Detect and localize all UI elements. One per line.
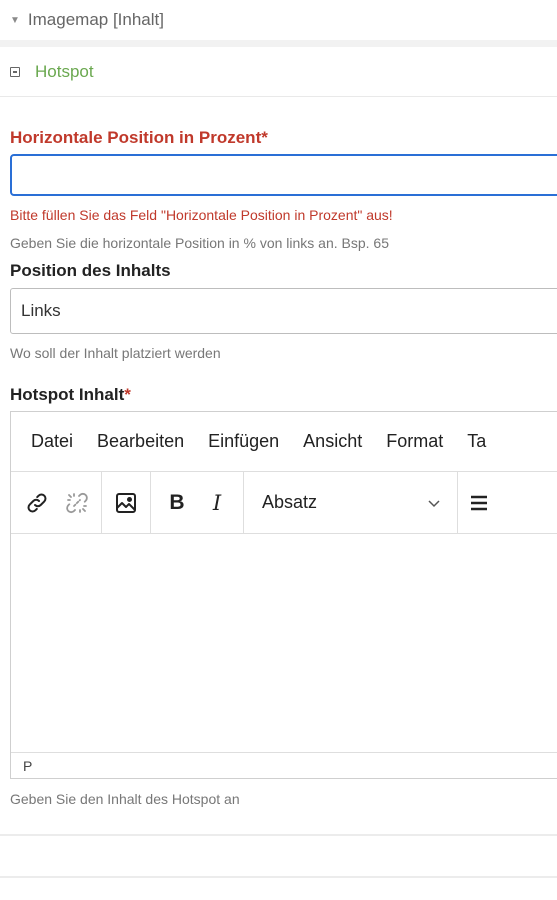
divider	[0, 876, 557, 878]
content-position-value: Links	[21, 301, 61, 320]
unlink-icon[interactable]	[57, 472, 97, 533]
block-format-select[interactable]: Absatz	[244, 472, 458, 533]
divider	[0, 40, 557, 47]
editor-menubar: Datei Bearbeiten Einfügen Ansicht Format…	[11, 412, 557, 472]
horizontal-position-input[interactable]	[10, 154, 557, 196]
italic-button[interactable]: I	[197, 472, 237, 533]
hotspot-content-help: Geben Sie den Inhalt des Hotspot an	[10, 791, 240, 807]
horizontal-position-help: Geben Sie die horizontale Position in % …	[10, 235, 390, 251]
menu-format[interactable]: Format	[386, 431, 443, 452]
menu-datei[interactable]: Datei	[31, 431, 73, 452]
collapse-triangle-icon[interactable]: ▼	[10, 15, 20, 26]
group-title[interactable]: Hotspot	[35, 62, 94, 82]
editor-toolbar: B I Absatz	[11, 472, 557, 534]
menu-ansicht[interactable]: Ansicht	[303, 431, 362, 452]
horizontal-position-label: Horizontale Position in Prozent*	[10, 128, 268, 147]
style-group: B I	[151, 472, 244, 533]
validation-error: Bitte füllen Sie das Feld "Horizontale P…	[10, 207, 393, 223]
content-position-select[interactable]: Links	[10, 288, 557, 334]
panel-header[interactable]: ▼ Imagemap [Inhalt]	[0, 0, 557, 40]
rich-text-editor[interactable]: Datei Bearbeiten Einfügen Ansicht Format…	[10, 411, 557, 779]
content-position-help: Wo soll der Inhalt platziert werden	[10, 345, 221, 361]
image-icon[interactable]	[106, 472, 146, 533]
content-position-label: Position des Inhalts	[10, 261, 171, 280]
link-group	[11, 472, 102, 533]
collapse-minus-icon[interactable]	[10, 66, 20, 77]
block-format-value: Absatz	[262, 492, 318, 512]
element-path[interactable]: P	[23, 758, 32, 774]
panel-title: Imagemap [Inhalt]	[27, 10, 164, 29]
bold-button[interactable]: B	[157, 472, 197, 533]
menu-einfuegen[interactable]: Einfügen	[208, 431, 279, 452]
menu-bearbeiten[interactable]: Bearbeiten	[97, 431, 184, 452]
editor-statusbar: P	[11, 753, 557, 779]
divider	[0, 834, 557, 836]
chevron-down-icon	[428, 499, 440, 507]
image-group	[102, 472, 151, 533]
link-icon[interactable]	[17, 472, 57, 533]
hotspot-group-header[interactable]: Hotspot	[0, 47, 557, 97]
align-icon[interactable]	[458, 472, 498, 533]
hotspot-content-label: Hotspot Inhalt*	[10, 385, 131, 404]
editor-content-area[interactable]	[11, 534, 557, 753]
menu-tabelle[interactable]: Ta	[467, 431, 486, 452]
